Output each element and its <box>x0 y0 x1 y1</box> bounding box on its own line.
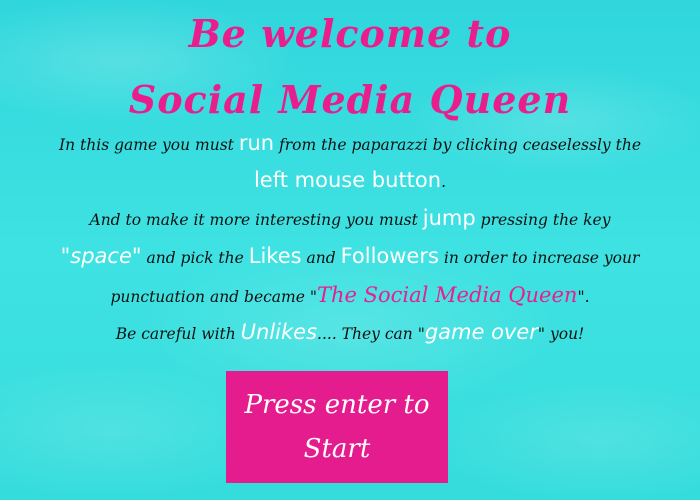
keyword-jump: jump <box>422 206 476 230</box>
instructions-line-6: Be careful with Unlikes.... They can "ga… <box>0 320 700 344</box>
instructions-text: punctuation and became " <box>110 288 317 306</box>
start-button-label: Press enter to Start <box>244 383 429 471</box>
instructions-text: and <box>301 249 341 267</box>
keyword-space: "space" <box>60 244 142 268</box>
instructions-text: " you! <box>537 325 585 343</box>
instructions-text: pressing the key <box>475 211 611 229</box>
keyword-left-mouse-button: left mouse button <box>253 168 442 192</box>
instructions-text: .... They can " <box>317 325 425 343</box>
instructions-text: And to make it more interesting you must <box>89 211 423 229</box>
start-label-line-1: Press enter to <box>244 390 430 420</box>
keyword-run: run <box>238 131 275 155</box>
keyword-social-media-queen: The Social Media Queen <box>316 283 578 307</box>
instructions-line-1: In this game you must run from the papar… <box>0 131 700 155</box>
instructions-text: ". <box>577 288 590 306</box>
keyword-followers: Followers <box>340 244 439 268</box>
instructions-line-2: left mouse button. <box>0 168 700 192</box>
instructions-line-4: "space" and pick the Likes and Followers… <box>0 244 700 268</box>
instructions-text: . <box>441 173 447 191</box>
start-button[interactable]: Press enter to Start <box>226 371 448 483</box>
instructions-text: from the paparazzi by clicking ceaseless… <box>274 136 641 154</box>
title-line-1: Be welcome to <box>188 11 512 56</box>
start-label-line-2: Start <box>303 434 371 464</box>
instructions-text: in order to increase your <box>438 249 640 267</box>
keyword-likes: Likes <box>248 244 302 268</box>
instructions-line-3: And to make it more interesting you must… <box>0 206 700 230</box>
instructions-text: In this game you must <box>59 136 239 154</box>
title-line-2: Social Media Queen <box>128 77 572 122</box>
instructions-text: and pick the <box>141 249 249 267</box>
instructions-line-5: punctuation and became "The Social Media… <box>0 283 700 307</box>
keyword-game-over: game over <box>424 320 538 344</box>
keyword-unlikes: Unlikes <box>240 320 318 344</box>
instructions-text: Be careful with <box>115 325 241 343</box>
